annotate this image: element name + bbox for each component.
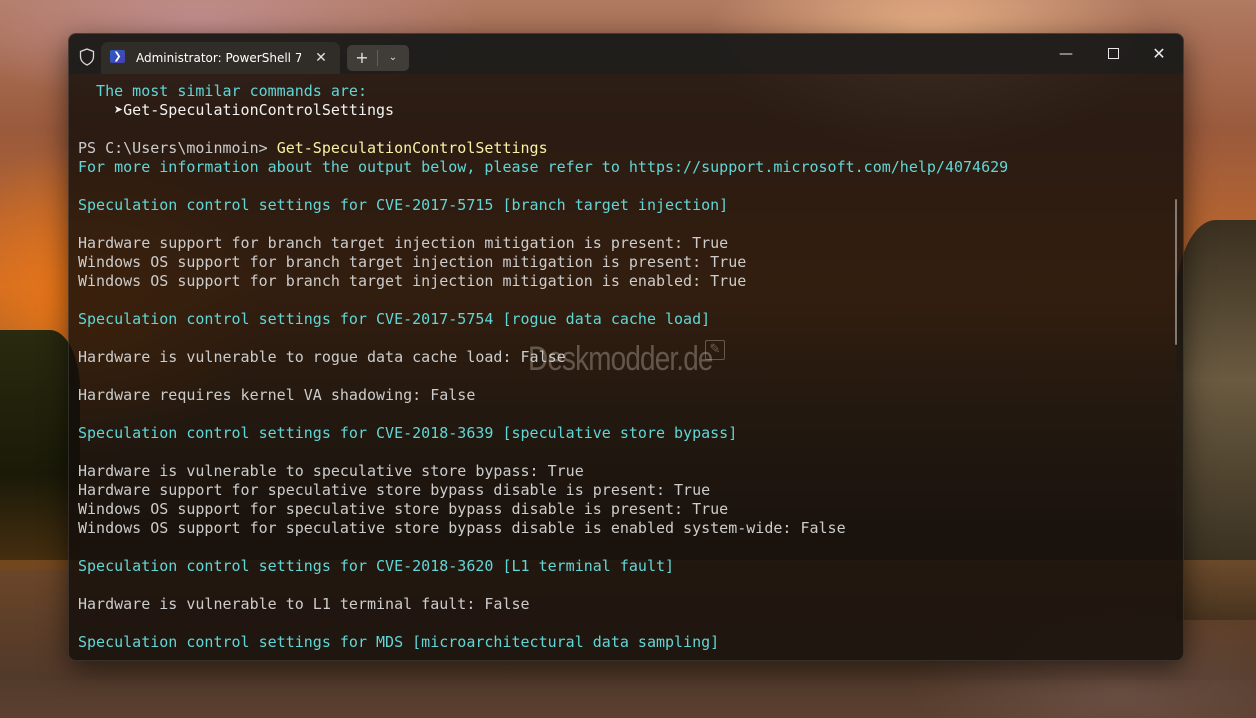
info-line: For more information about the output be… [78,158,1009,176]
output-line: Hardware support for branch target injec… [78,234,729,252]
tab-title: Administrator: PowerShell 7 Preview [136,51,301,65]
prompt: PS C:\Users\moinmoin> [78,139,277,157]
powershell-icon: ❯ [110,50,125,63]
output-line: Windows OS support for branch target inj… [78,272,747,290]
shield-icon [79,48,95,66]
close-icon: ✕ [1152,44,1166,63]
output-line: Hardware requires kernel VA shadowing: F… [78,386,476,404]
output-line: Windows OS support for speculative store… [78,519,846,537]
output-line: Hardware is vulnerable to L1 terminal fa… [78,595,530,613]
section-header: Speculation control settings for CVE-201… [78,424,738,442]
chevron-down-icon: ⌄ [388,52,398,63]
section-header: Speculation control settings for CVE-201… [78,310,711,328]
profile-dropdown-button[interactable]: ⌄ [378,45,408,71]
output-line: Hardware is vulnerable to rogue data cac… [78,348,566,366]
minimize-icon: — [1059,46,1073,62]
maximize-icon [1107,47,1119,59]
tab-powershell[interactable]: ❯ Administrator: PowerShell 7 Preview ✕ [101,42,340,74]
scrollbar-thumb[interactable] [1175,199,1177,345]
output-line: Hardware is vulnerable to speculative st… [78,462,584,480]
output-line: Windows OS support for branch target inj… [78,253,747,271]
watermark: Deskmodder.de [528,340,713,378]
prompt-line: PS C:\Users\moinmoin> Get-SpeculationCon… [78,139,548,158]
command: Get-SpeculationControlSettings [276,139,548,157]
close-tab-button[interactable]: ✕ [309,46,333,70]
minimize-button[interactable]: — [1043,34,1089,74]
section-header: Speculation control settings for MDS [mi… [78,633,720,651]
similar-commands-header: The most similar commands are: [78,82,367,100]
edit-icon: ✎ [705,340,725,360]
section-header: Speculation control settings for CVE-201… [78,557,675,575]
similar-command-item: ➤Get-SpeculationControlSettings [78,101,395,119]
new-tab-group: + ⌄ [347,45,409,71]
output-line: Hardware support for speculative store b… [78,481,711,499]
close-window-button[interactable]: ✕ [1136,34,1182,74]
maximize-button[interactable] [1090,34,1136,74]
output-line: Windows OS support for speculative store… [78,500,729,518]
new-tab-button[interactable]: + [347,45,377,71]
title-bar[interactable]: ❯ Administrator: PowerShell 7 Preview ✕ … [69,34,1183,74]
section-header: Speculation control settings for CVE-201… [78,196,729,214]
